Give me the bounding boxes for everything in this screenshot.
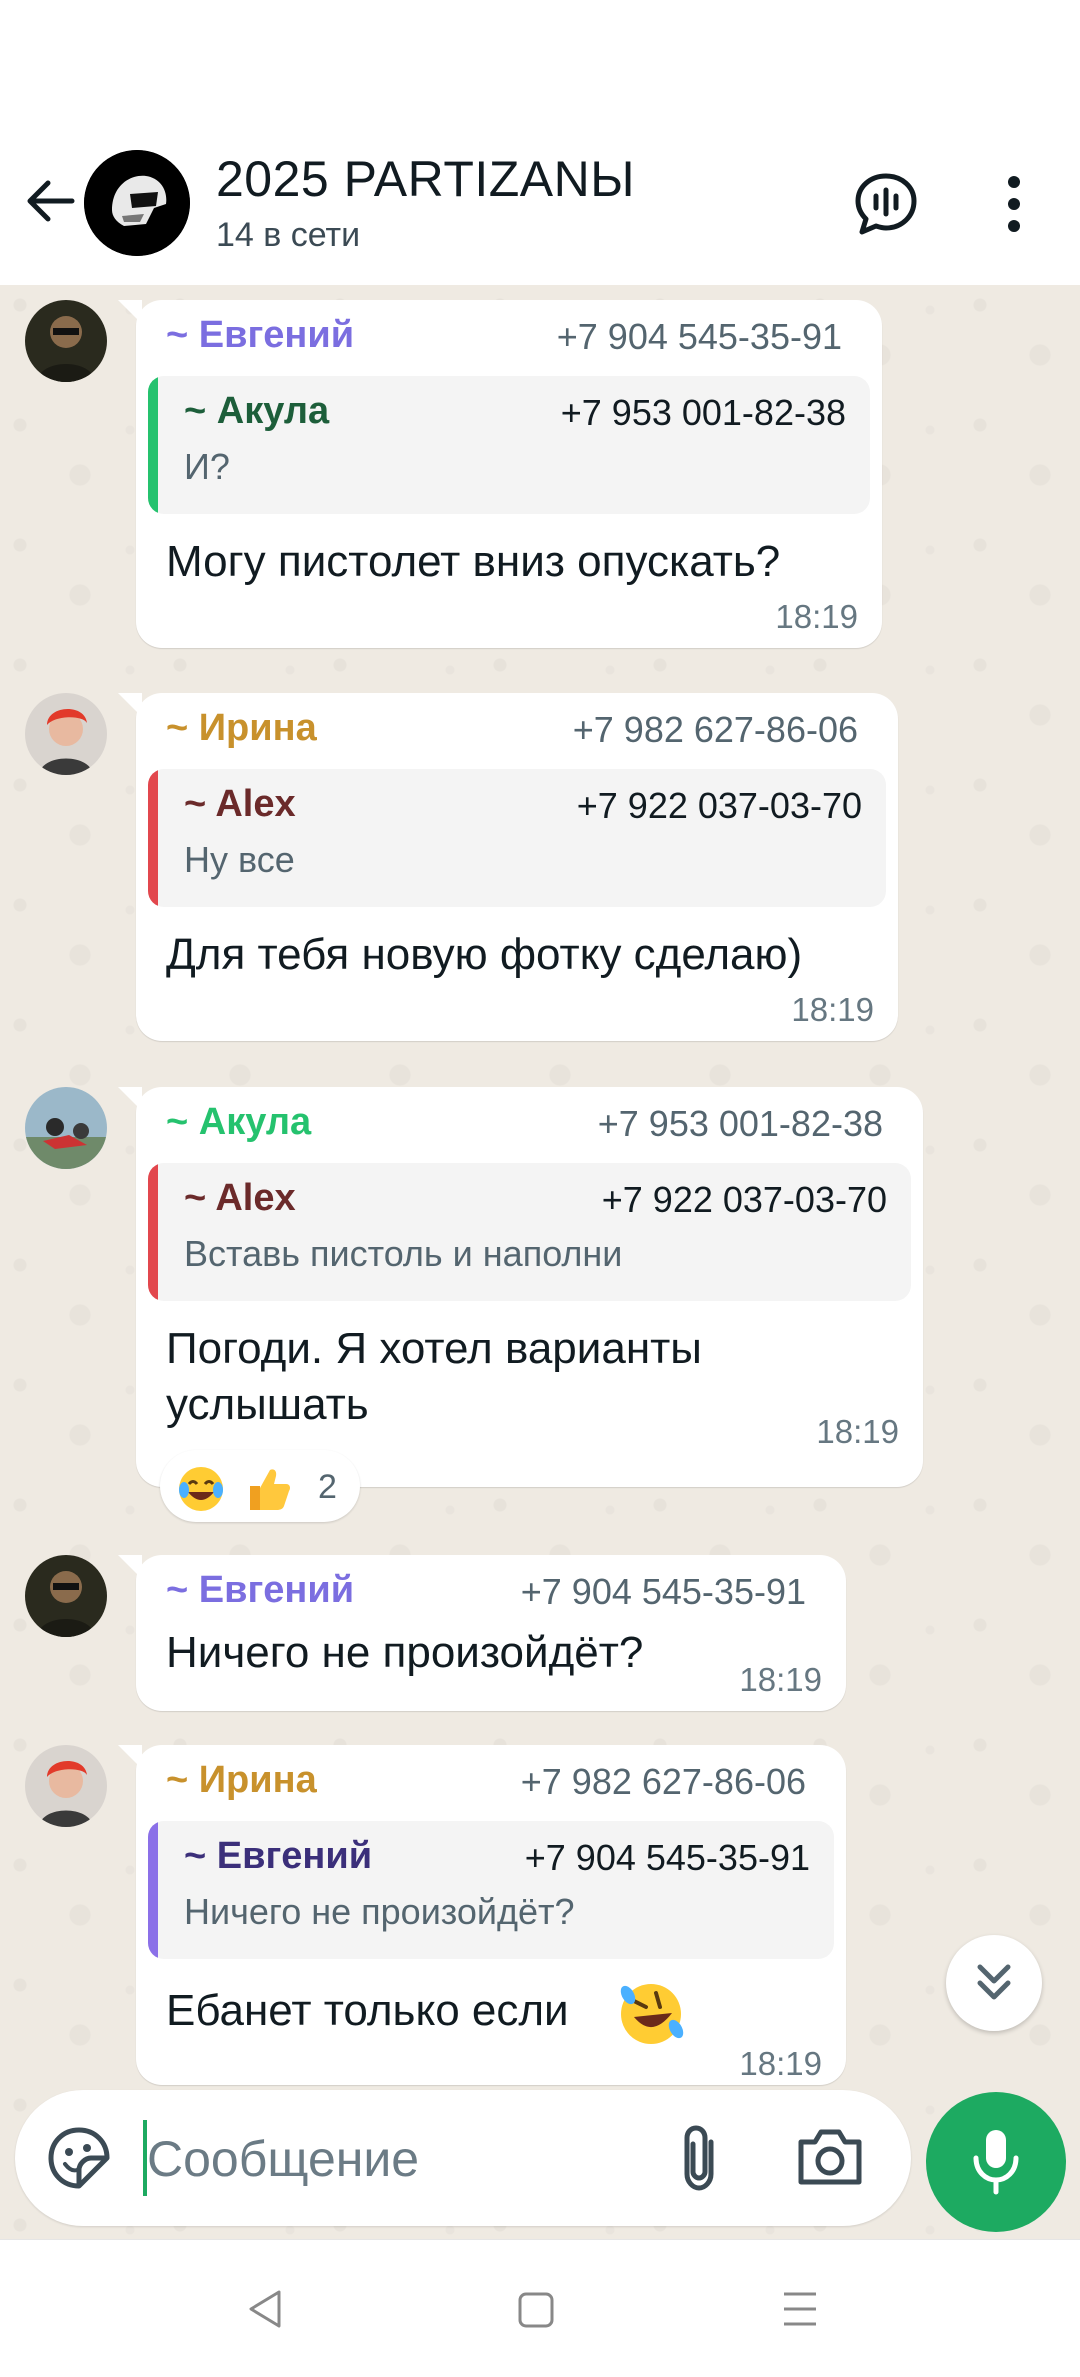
thumbs-up-icon <box>250 1469 290 1510</box>
scroll-to-bottom-button[interactable] <box>946 1935 1042 2031</box>
face-with-tears-of-joy-icon <box>179 1467 223 1511</box>
sender-name[interactable]: ~ Евгений <box>166 1569 354 1612</box>
reply-text: Вставь пистоль и наполни <box>184 1233 623 1274</box>
message-input[interactable] <box>147 2116 667 2202</box>
reply-phone: +7 953 001-82-38 <box>560 392 846 433</box>
reply-phone: +7 904 545-35-91 <box>524 1837 810 1878</box>
reply-bar <box>148 1163 158 1301</box>
voice-chat-icon[interactable] <box>852 170 920 238</box>
message-bubble[interactable]: ~ Ирина +7 982 627-86-06 ~ Alex +7 922 0… <box>118 693 898 1041</box>
reply-sender: ~ Акула <box>184 390 330 432</box>
message-text: Ничего не произойдёт? <box>166 1628 644 1677</box>
double-chevron-down-icon <box>977 1964 1011 2000</box>
message-composer <box>15 2090 911 2226</box>
avatar-irina[interactable] <box>25 693 107 775</box>
person-photo-icon <box>25 1087 107 1169</box>
message-text: Для тебя новую фотку сделаю) <box>166 930 803 979</box>
sender-name[interactable]: ~ Акула <box>166 1101 311 1144</box>
message-time: 18:19 <box>791 991 874 1028</box>
reply-bar <box>148 376 158 514</box>
status-bar <box>0 0 1080 130</box>
message-time: 18:19 <box>739 2045 822 2082</box>
online-count: 14 в сети <box>216 216 361 254</box>
back-arrow-icon[interactable] <box>22 173 78 229</box>
message-time: 18:19 <box>739 1661 822 1698</box>
avatar-evgeny[interactable] <box>25 1555 107 1637</box>
reply-quote[interactable]: ~ Евгений +7 904 545-35-91 Ничего не про… <box>148 1821 834 1959</box>
sender-name[interactable]: ~ Ирина <box>166 707 317 750</box>
reply-bar <box>148 1821 158 1959</box>
chat-area[interactable]: ~ Евгений +7 904 545-35-91 ~ Акула +7 95… <box>0 285 1080 2239</box>
camera-icon[interactable] <box>795 2124 865 2190</box>
reply-text: И? <box>184 446 230 487</box>
message-time: 18:19 <box>775 598 858 635</box>
message-text-line: услышать <box>166 1380 369 1429</box>
chat-header: 2025 PARTIZANЫ 14 в сети <box>0 130 1080 285</box>
avatar-evgeny[interactable] <box>25 300 107 382</box>
reply-sender: ~ Евгений <box>184 1835 373 1877</box>
system-navigation-bar <box>0 2239 1080 2377</box>
attach-icon[interactable] <box>665 2120 735 2196</box>
reply-quote[interactable]: ~ Alex +7 922 037-03-70 Вставь пистоль и… <box>148 1163 911 1301</box>
message-bubble[interactable]: ~ Ирина +7 982 627-86-06 ~ Евгений +7 90… <box>118 1745 846 2085</box>
avatar-irina[interactable] <box>25 1745 107 1827</box>
chat-title[interactable]: 2025 PARTIZANЫ <box>216 150 635 208</box>
person-photo-icon <box>25 1555 107 1637</box>
rolling-on-the-floor-laughing-icon <box>620 1984 684 2044</box>
message-bubble[interactable]: ~ Евгений +7 904 545-35-91 ~ Акула +7 95… <box>118 300 882 648</box>
reply-text: Ну все <box>184 839 295 880</box>
reply-quote[interactable]: ~ Alex +7 922 037-03-70 Ну все <box>148 769 886 907</box>
reply-sender: ~ Alex <box>184 1177 296 1219</box>
voice-message-button[interactable] <box>926 2092 1066 2232</box>
reply-quote[interactable]: ~ Акула +7 953 001-82-38 И? <box>148 376 870 514</box>
avatar-akula[interactable] <box>25 1087 107 1169</box>
message-text: Могу пистолет вниз опускать? <box>166 537 781 586</box>
reactions-pill[interactable]: 2 <box>160 1450 360 1522</box>
sender-name[interactable]: ~ Ирина <box>166 1759 317 1802</box>
sender-phone: +7 982 627-86-06 <box>520 1761 806 1802</box>
message-time: 18:19 <box>816 1413 899 1450</box>
microphone-icon <box>973 2130 1019 2195</box>
reply-phone: +7 922 037-03-70 <box>601 1179 887 1220</box>
sticker-icon[interactable] <box>45 2124 113 2192</box>
message-text-line: Погоди. Я хотел варианты <box>166 1324 702 1373</box>
person-photo-icon <box>25 300 107 382</box>
group-avatar[interactable] <box>84 150 190 256</box>
message-text: Ебанет только если <box>166 1986 569 2035</box>
helmet-logo-icon <box>84 150 190 256</box>
reply-sender: ~ Alex <box>184 783 296 825</box>
sender-phone: +7 982 627-86-06 <box>572 709 858 750</box>
reply-phone: +7 922 037-03-70 <box>576 785 862 826</box>
nav-home-icon[interactable] <box>516 2290 556 2330</box>
sender-name[interactable]: ~ Евгений <box>166 314 354 357</box>
reply-text: Ничего не произойдёт? <box>184 1891 575 1932</box>
person-photo-icon <box>25 693 107 775</box>
nav-recent-apps-icon[interactable] <box>780 2288 820 2330</box>
sender-phone: +7 953 001-82-38 <box>597 1103 883 1144</box>
message-bubble[interactable]: ~ Акула +7 953 001-82-38 ~ Alex +7 922 0… <box>118 1087 923 1487</box>
nav-back-icon[interactable] <box>245 2288 287 2330</box>
reply-bar <box>148 769 158 907</box>
person-photo-icon <box>25 1745 107 1827</box>
reaction-count: 2 <box>318 1468 337 1506</box>
sender-phone: +7 904 545-35-91 <box>556 316 842 357</box>
sender-phone: +7 904 545-35-91 <box>520 1571 806 1612</box>
more-options-icon[interactable] <box>1000 174 1028 234</box>
message-bubble[interactable]: ~ Евгений +7 904 545-35-91 Ничего не про… <box>118 1555 846 1711</box>
